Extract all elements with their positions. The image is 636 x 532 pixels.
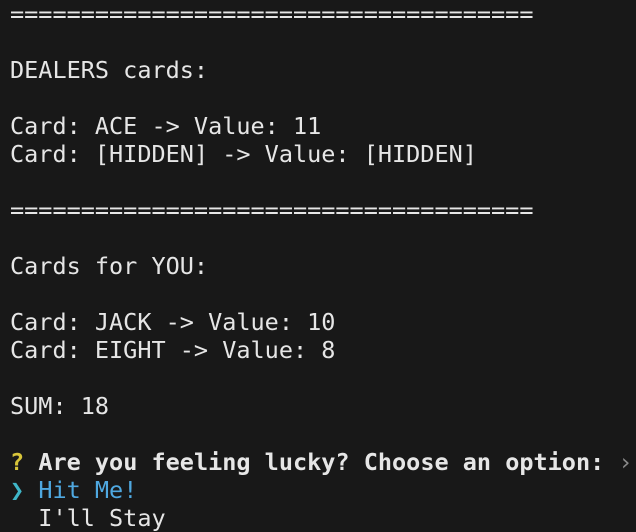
- terminal-window: ===================================== DE…: [0, 0, 636, 532]
- player-card-line: Card: EIGHT -> Value: 8: [10, 336, 336, 364]
- dealer-card-line: Card: ACE -> Value: 11: [10, 112, 322, 140]
- player-heading: Cards for YOU:: [10, 252, 209, 280]
- question-mark-icon: ?: [10, 448, 25, 476]
- option-stay[interactable]: I'll Stay: [10, 504, 165, 532]
- separator-line: =====================================: [10, 196, 534, 224]
- option-label[interactable]: I'll Stay: [38, 504, 165, 532]
- prompt-text: Are you feeling lucky? Choose an option:: [38, 448, 605, 476]
- option-label[interactable]: Hit Me!: [38, 476, 137, 504]
- player-card-line: Card: JACK -> Value: 10: [10, 308, 336, 336]
- pointer-icon: ❯: [10, 476, 25, 504]
- dealer-heading: DEALERS cards:: [10, 56, 209, 84]
- prompt-line: ? Are you feeling lucky? Choose an optio…: [10, 448, 633, 476]
- separator-line: =====================================: [10, 0, 534, 28]
- dealer-card-line: Card: [HIDDEN] -> Value: [HIDDEN]: [10, 140, 477, 168]
- chevron-right-icon: ›: [618, 448, 633, 476]
- sum-line: SUM: 18: [10, 392, 110, 420]
- option-hit-me[interactable]: ❯ Hit Me!: [10, 476, 137, 504]
